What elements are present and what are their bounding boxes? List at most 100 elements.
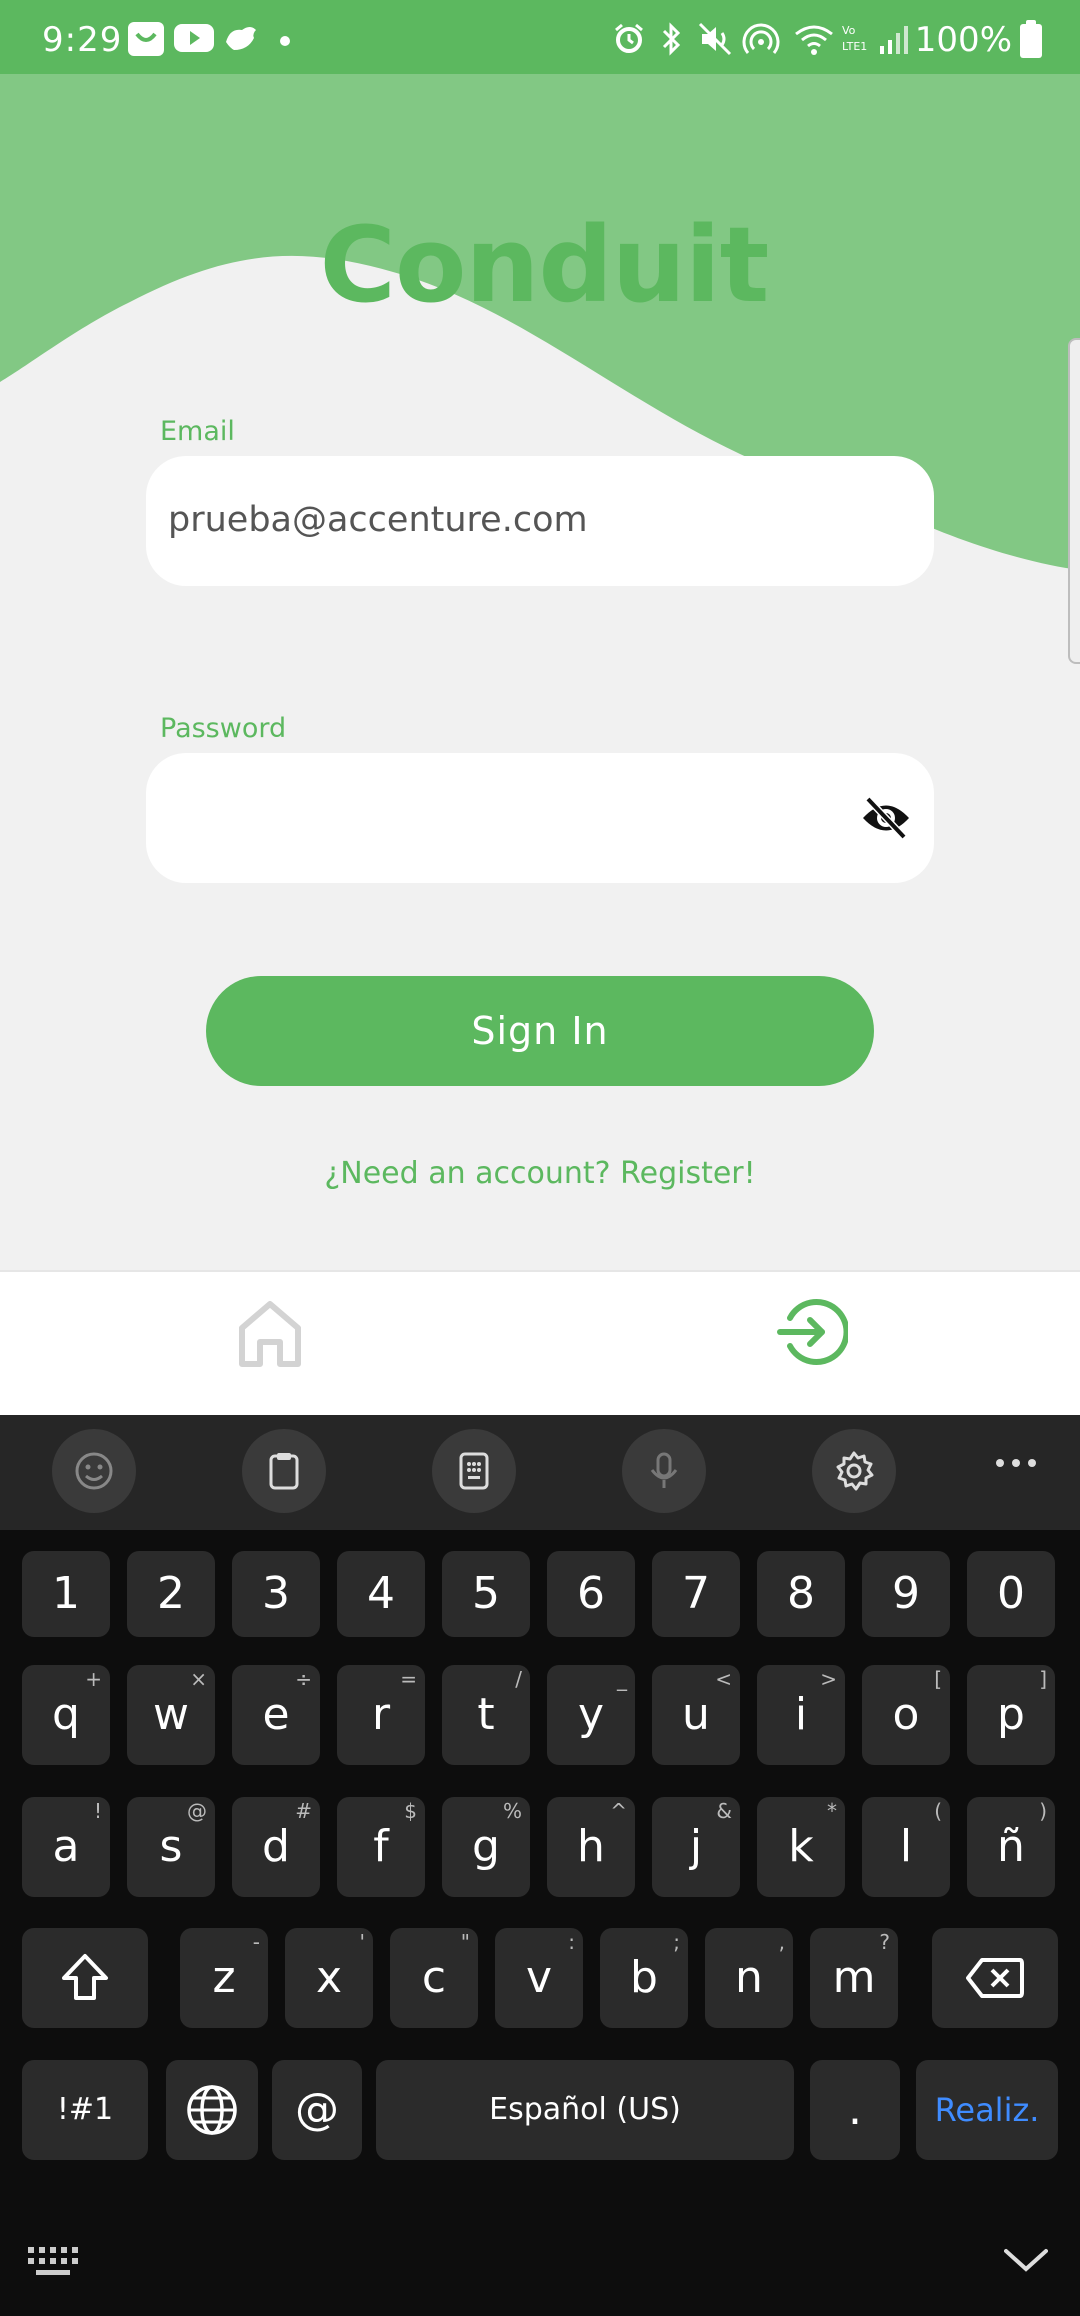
- key-t[interactable]: t /: [442, 1665, 530, 1765]
- key-m[interactable]: m?: [810, 1928, 898, 2028]
- clipboard-icon[interactable]: [242, 1429, 326, 1513]
- language-key[interactable]: [166, 2060, 258, 2160]
- key-x[interactable]: x ': [285, 1928, 373, 2028]
- key-f[interactable]: f $: [337, 1797, 425, 1897]
- key-6[interactable]: 6: [547, 1551, 635, 1637]
- key-3[interactable]: 3: [232, 1551, 320, 1637]
- key-6-label: 6: [577, 1568, 605, 1619]
- alarm-icon: [612, 22, 644, 54]
- key-h[interactable]: h ^: [547, 1797, 635, 1897]
- key-o-label: o: [892, 1689, 920, 1740]
- login-icon[interactable]: [776, 1296, 850, 1368]
- eye-off-icon[interactable]: [860, 795, 912, 841]
- app-title: Conduit: [319, 204, 770, 326]
- done-key[interactable]: Realiz.: [916, 2060, 1058, 2160]
- scroll-indicator[interactable]: [1068, 338, 1080, 664]
- key-s-label: s: [159, 1821, 183, 1872]
- key-n-hint: ,: [778, 1930, 785, 1954]
- done-key-label: Realiz.: [934, 2091, 1040, 2129]
- key-c[interactable]: c ": [390, 1928, 478, 2028]
- key-o[interactable]: o[: [862, 1665, 950, 1765]
- key-i[interactable]: i >: [757, 1665, 845, 1765]
- hide-keyboard-icon[interactable]: [1004, 2247, 1048, 2277]
- key-l[interactable]: l(: [862, 1797, 950, 1897]
- emoji-icon[interactable]: [52, 1429, 136, 1513]
- key-s[interactable]: s @: [127, 1797, 215, 1897]
- email-label: Email: [160, 416, 235, 447]
- key-0[interactable]: 0: [967, 1551, 1055, 1637]
- key-t-label: t: [477, 1689, 495, 1740]
- key-u[interactable]: u <: [652, 1665, 740, 1765]
- mute-icon: [698, 22, 732, 56]
- key-9[interactable]: 9: [862, 1551, 950, 1637]
- password-field[interactable]: [146, 753, 934, 883]
- key-a-label: a: [52, 1821, 80, 1872]
- key-ñ[interactable]: ñ): [967, 1797, 1055, 1897]
- shift-key[interactable]: [22, 1928, 148, 2028]
- home-icon[interactable]: [236, 1298, 304, 1370]
- key-a-hint: !: [93, 1799, 102, 1823]
- key-a[interactable]: a!: [22, 1797, 110, 1897]
- key-b-hint: ;: [673, 1930, 680, 1954]
- key-b[interactable]: b;: [600, 1928, 688, 2028]
- key-e-label: e: [262, 1689, 290, 1740]
- symbols-key[interactable]: !#1: [22, 2060, 148, 2160]
- email-field[interactable]: prueba@accenture.com: [146, 456, 934, 586]
- register-link[interactable]: ¿Need an account? Register!: [0, 1156, 1080, 1191]
- volte-icon: Vo LTE1: [840, 22, 872, 54]
- key-j[interactable]: j &: [652, 1797, 740, 1897]
- key-1[interactable]: 1: [22, 1551, 110, 1637]
- key-c-hint: ": [460, 1930, 470, 1954]
- keypad-icon[interactable]: [432, 1429, 516, 1513]
- key-n-label: n: [735, 1952, 763, 2003]
- key-2[interactable]: 2: [127, 1551, 215, 1637]
- sign-in-button[interactable]: Sign In: [206, 976, 874, 1086]
- key-n[interactable]: n,: [705, 1928, 793, 2028]
- key-j-label: j: [689, 1821, 703, 1872]
- key-q-label: q: [52, 1689, 80, 1740]
- at-key[interactable]: @: [272, 2060, 362, 2160]
- hotspot-icon: [742, 22, 780, 54]
- key-y[interactable]: y _: [547, 1665, 635, 1765]
- space-key-label: Español (US): [489, 2092, 681, 2127]
- keyboard-layout-icon[interactable]: [28, 2247, 78, 2281]
- at-key-label: @: [295, 2084, 339, 2135]
- key-d[interactable]: d #: [232, 1797, 320, 1897]
- period-key[interactable]: .: [810, 2060, 900, 2160]
- key-z[interactable]: z-: [180, 1928, 268, 2028]
- signal-icon: [878, 22, 910, 54]
- key-w[interactable]: w ×: [127, 1665, 215, 1765]
- settings-icon[interactable]: [812, 1429, 896, 1513]
- battery-icon: [1020, 20, 1042, 58]
- key-v[interactable]: v:: [495, 1928, 583, 2028]
- app-icon: [128, 22, 164, 56]
- key-2-label: 2: [157, 1568, 185, 1619]
- email-input-value[interactable]: prueba@accenture.com: [168, 500, 588, 540]
- key-u-hint: <: [715, 1667, 732, 1691]
- symbols-key-label: !#1: [56, 2092, 114, 2127]
- key-8[interactable]: 8: [757, 1551, 845, 1637]
- key-k[interactable]: k *: [757, 1797, 845, 1897]
- key-4[interactable]: 4: [337, 1551, 425, 1637]
- key-e[interactable]: e ÷: [232, 1665, 320, 1765]
- key-q[interactable]: q +: [22, 1665, 110, 1765]
- key-m-hint: ?: [879, 1930, 890, 1954]
- key-b-label: b: [630, 1952, 658, 2003]
- more-icon[interactable]: [994, 1453, 1038, 1473]
- key-g[interactable]: g%: [442, 1797, 530, 1897]
- key-5[interactable]: 5: [442, 1551, 530, 1637]
- key-i-hint: >: [820, 1667, 837, 1691]
- key-z-hint: -: [252, 1930, 260, 1954]
- space-key[interactable]: Español (US): [376, 2060, 794, 2160]
- key-w-label: w: [153, 1689, 189, 1740]
- key-z-label: z: [212, 1952, 236, 2003]
- mic-icon[interactable]: [622, 1429, 706, 1513]
- key-r-hint: =: [400, 1667, 417, 1691]
- key-p[interactable]: p]: [967, 1665, 1055, 1765]
- shift-icon: [62, 1954, 108, 2000]
- key-k-hint: *: [827, 1799, 837, 1823]
- backspace-key[interactable]: [932, 1928, 1058, 2028]
- key-x-hint: ': [359, 1930, 366, 1954]
- key-r[interactable]: r =: [337, 1665, 425, 1765]
- key-7[interactable]: 7: [652, 1551, 740, 1637]
